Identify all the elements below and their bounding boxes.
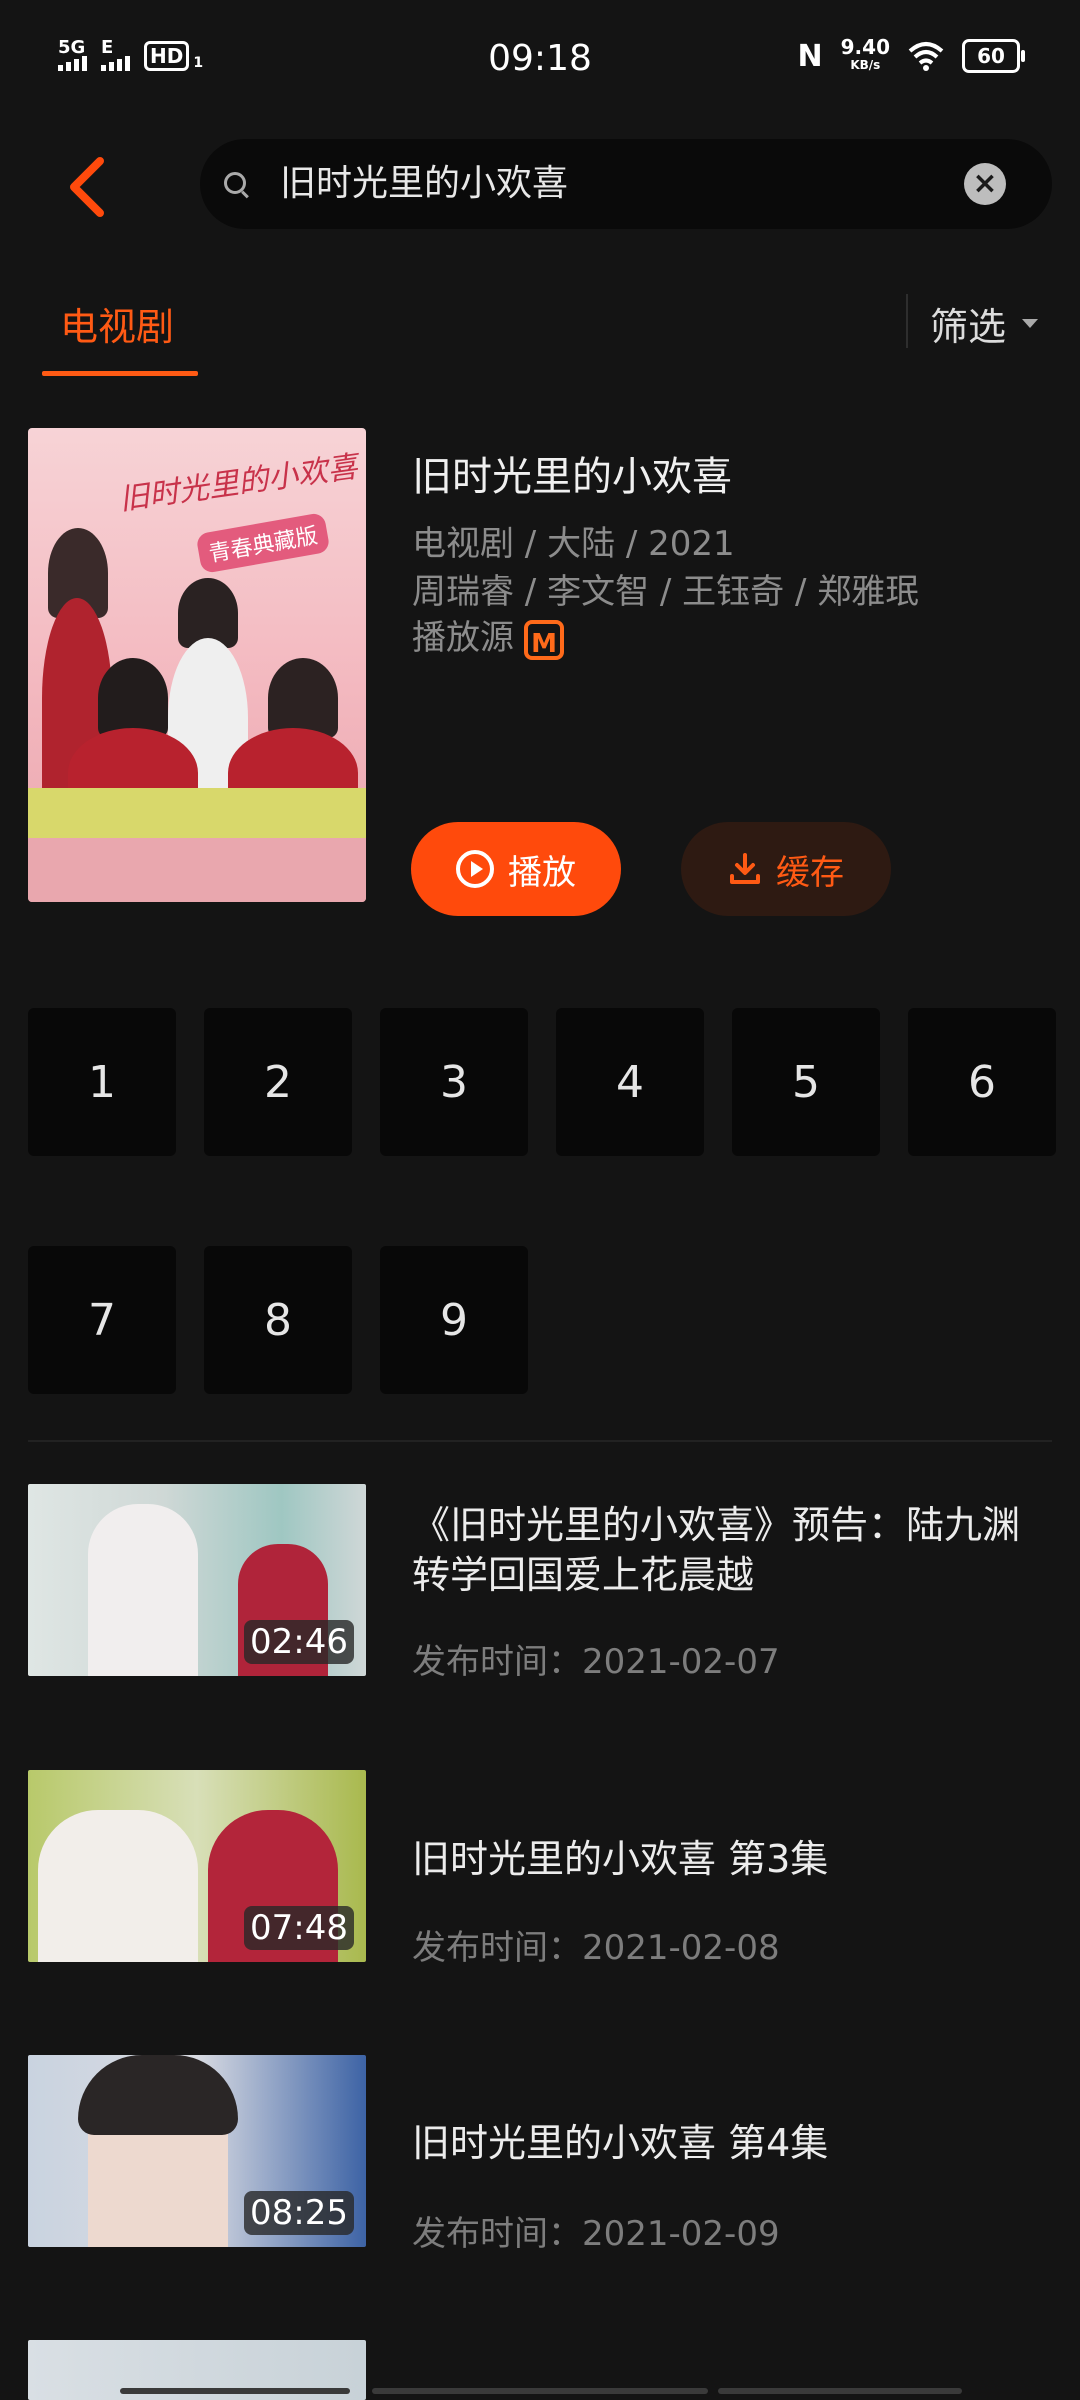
cache-label: 缓存 — [776, 852, 844, 893]
video-duration: 08:25 — [244, 2191, 354, 2235]
play-icon — [456, 850, 494, 888]
video-title[interactable]: 旧时光里的小欢喜 第3集 — [412, 1834, 1052, 1884]
video-thumbnail[interactable]: 08:25 — [28, 2055, 366, 2247]
play-label: 播放 — [508, 852, 576, 893]
video-date: 发布时间：2021-02-09 — [412, 2214, 780, 2254]
show-title: 旧时光里的小欢喜 — [412, 454, 732, 500]
mango-tv-logo-icon[interactable]: M — [524, 619, 564, 660]
wifi-icon — [908, 42, 944, 71]
section-divider — [28, 1440, 1052, 1442]
tab-indicator — [42, 371, 198, 376]
search-icon — [224, 172, 246, 194]
show-source: 播放源 M — [412, 610, 564, 660]
status-bar: 5G E HD 1 09:18 N 9.40 KB/s 60 — [0, 0, 1080, 120]
poster-tag: 青春典藏版 — [195, 512, 331, 574]
poster-figure — [98, 658, 168, 738]
search-bar[interactable]: 旧时光里的小欢喜 × — [200, 139, 1052, 229]
video-date: 发布时间：2021-02-07 — [412, 1642, 780, 1682]
poster-footer — [28, 838, 366, 902]
video-duration: 02:46 — [244, 1620, 354, 1664]
scroll-indicator — [718, 2388, 962, 2394]
filter-button[interactable]: 筛选 — [930, 296, 1039, 351]
episode-button[interactable]: 3 — [380, 1008, 528, 1156]
divider — [906, 294, 908, 348]
thumb-figure — [88, 1504, 198, 1676]
source-label: 播放源 — [412, 618, 514, 658]
tab-tv-series[interactable]: 电视剧 — [60, 296, 174, 351]
battery-icon: 60 — [962, 39, 1025, 73]
play-button[interactable]: 播放 — [411, 822, 621, 916]
show-meta-cast: 周瑞睿 / 李文智 / 王钰奇 / 郑雅珉 — [412, 572, 920, 612]
scroll-indicator — [120, 2388, 350, 2394]
video-title[interactable]: 旧时光里的小欢喜 第4集 — [412, 2118, 1052, 2168]
download-icon — [730, 853, 760, 884]
back-arrow-icon — [70, 157, 104, 217]
poster-title: 旧时光里的小欢喜 — [117, 449, 360, 518]
poster-figure — [268, 658, 338, 738]
scroll-indicator — [372, 2388, 708, 2394]
video-date: 发布时间：2021-02-08 — [412, 1928, 780, 1968]
thumb-figure — [78, 2055, 238, 2135]
episode-button[interactable]: 8 — [204, 1246, 352, 1394]
episode-button[interactable]: 9 — [380, 1246, 528, 1394]
search-input[interactable]: 旧时光里的小欢喜 — [280, 161, 568, 207]
episode-button[interactable]: 5 — [732, 1008, 880, 1156]
episode-button[interactable]: 4 — [556, 1008, 704, 1156]
video-thumbnail[interactable]: 02:46 — [28, 1484, 366, 1676]
episode-button[interactable]: 2 — [204, 1008, 352, 1156]
net-speed: 9.40 KB/s — [840, 35, 890, 72]
close-icon[interactable]: × — [964, 163, 1006, 205]
episode-button[interactable]: 7 — [28, 1246, 176, 1394]
video-title[interactable]: 《旧时光里的小欢喜》预告：陆九渊转学回国爱上花晨越 — [412, 1500, 1052, 1600]
nfc-icon: N — [797, 38, 823, 74]
status-right: N 9.40 KB/s 60 — [797, 35, 1025, 74]
video-duration: 07:48 — [244, 1906, 354, 1950]
back-button[interactable] — [60, 155, 116, 219]
episode-button[interactable]: 1 — [28, 1008, 176, 1156]
poster-desk — [28, 788, 366, 838]
show-meta-type: 电视剧 / 大陆 / 2021 — [412, 524, 735, 564]
filter-label: 筛选 — [930, 305, 1007, 349]
episode-button[interactable]: 6 — [908, 1008, 1056, 1156]
video-thumbnail[interactable]: 07:48 — [28, 1770, 366, 1962]
caret-down-icon — [1022, 319, 1039, 328]
show-poster[interactable]: 旧时光里的小欢喜 青春典藏版 — [28, 428, 366, 902]
cache-button[interactable]: 缓存 — [681, 822, 891, 916]
thumb-figure — [38, 1810, 198, 1962]
